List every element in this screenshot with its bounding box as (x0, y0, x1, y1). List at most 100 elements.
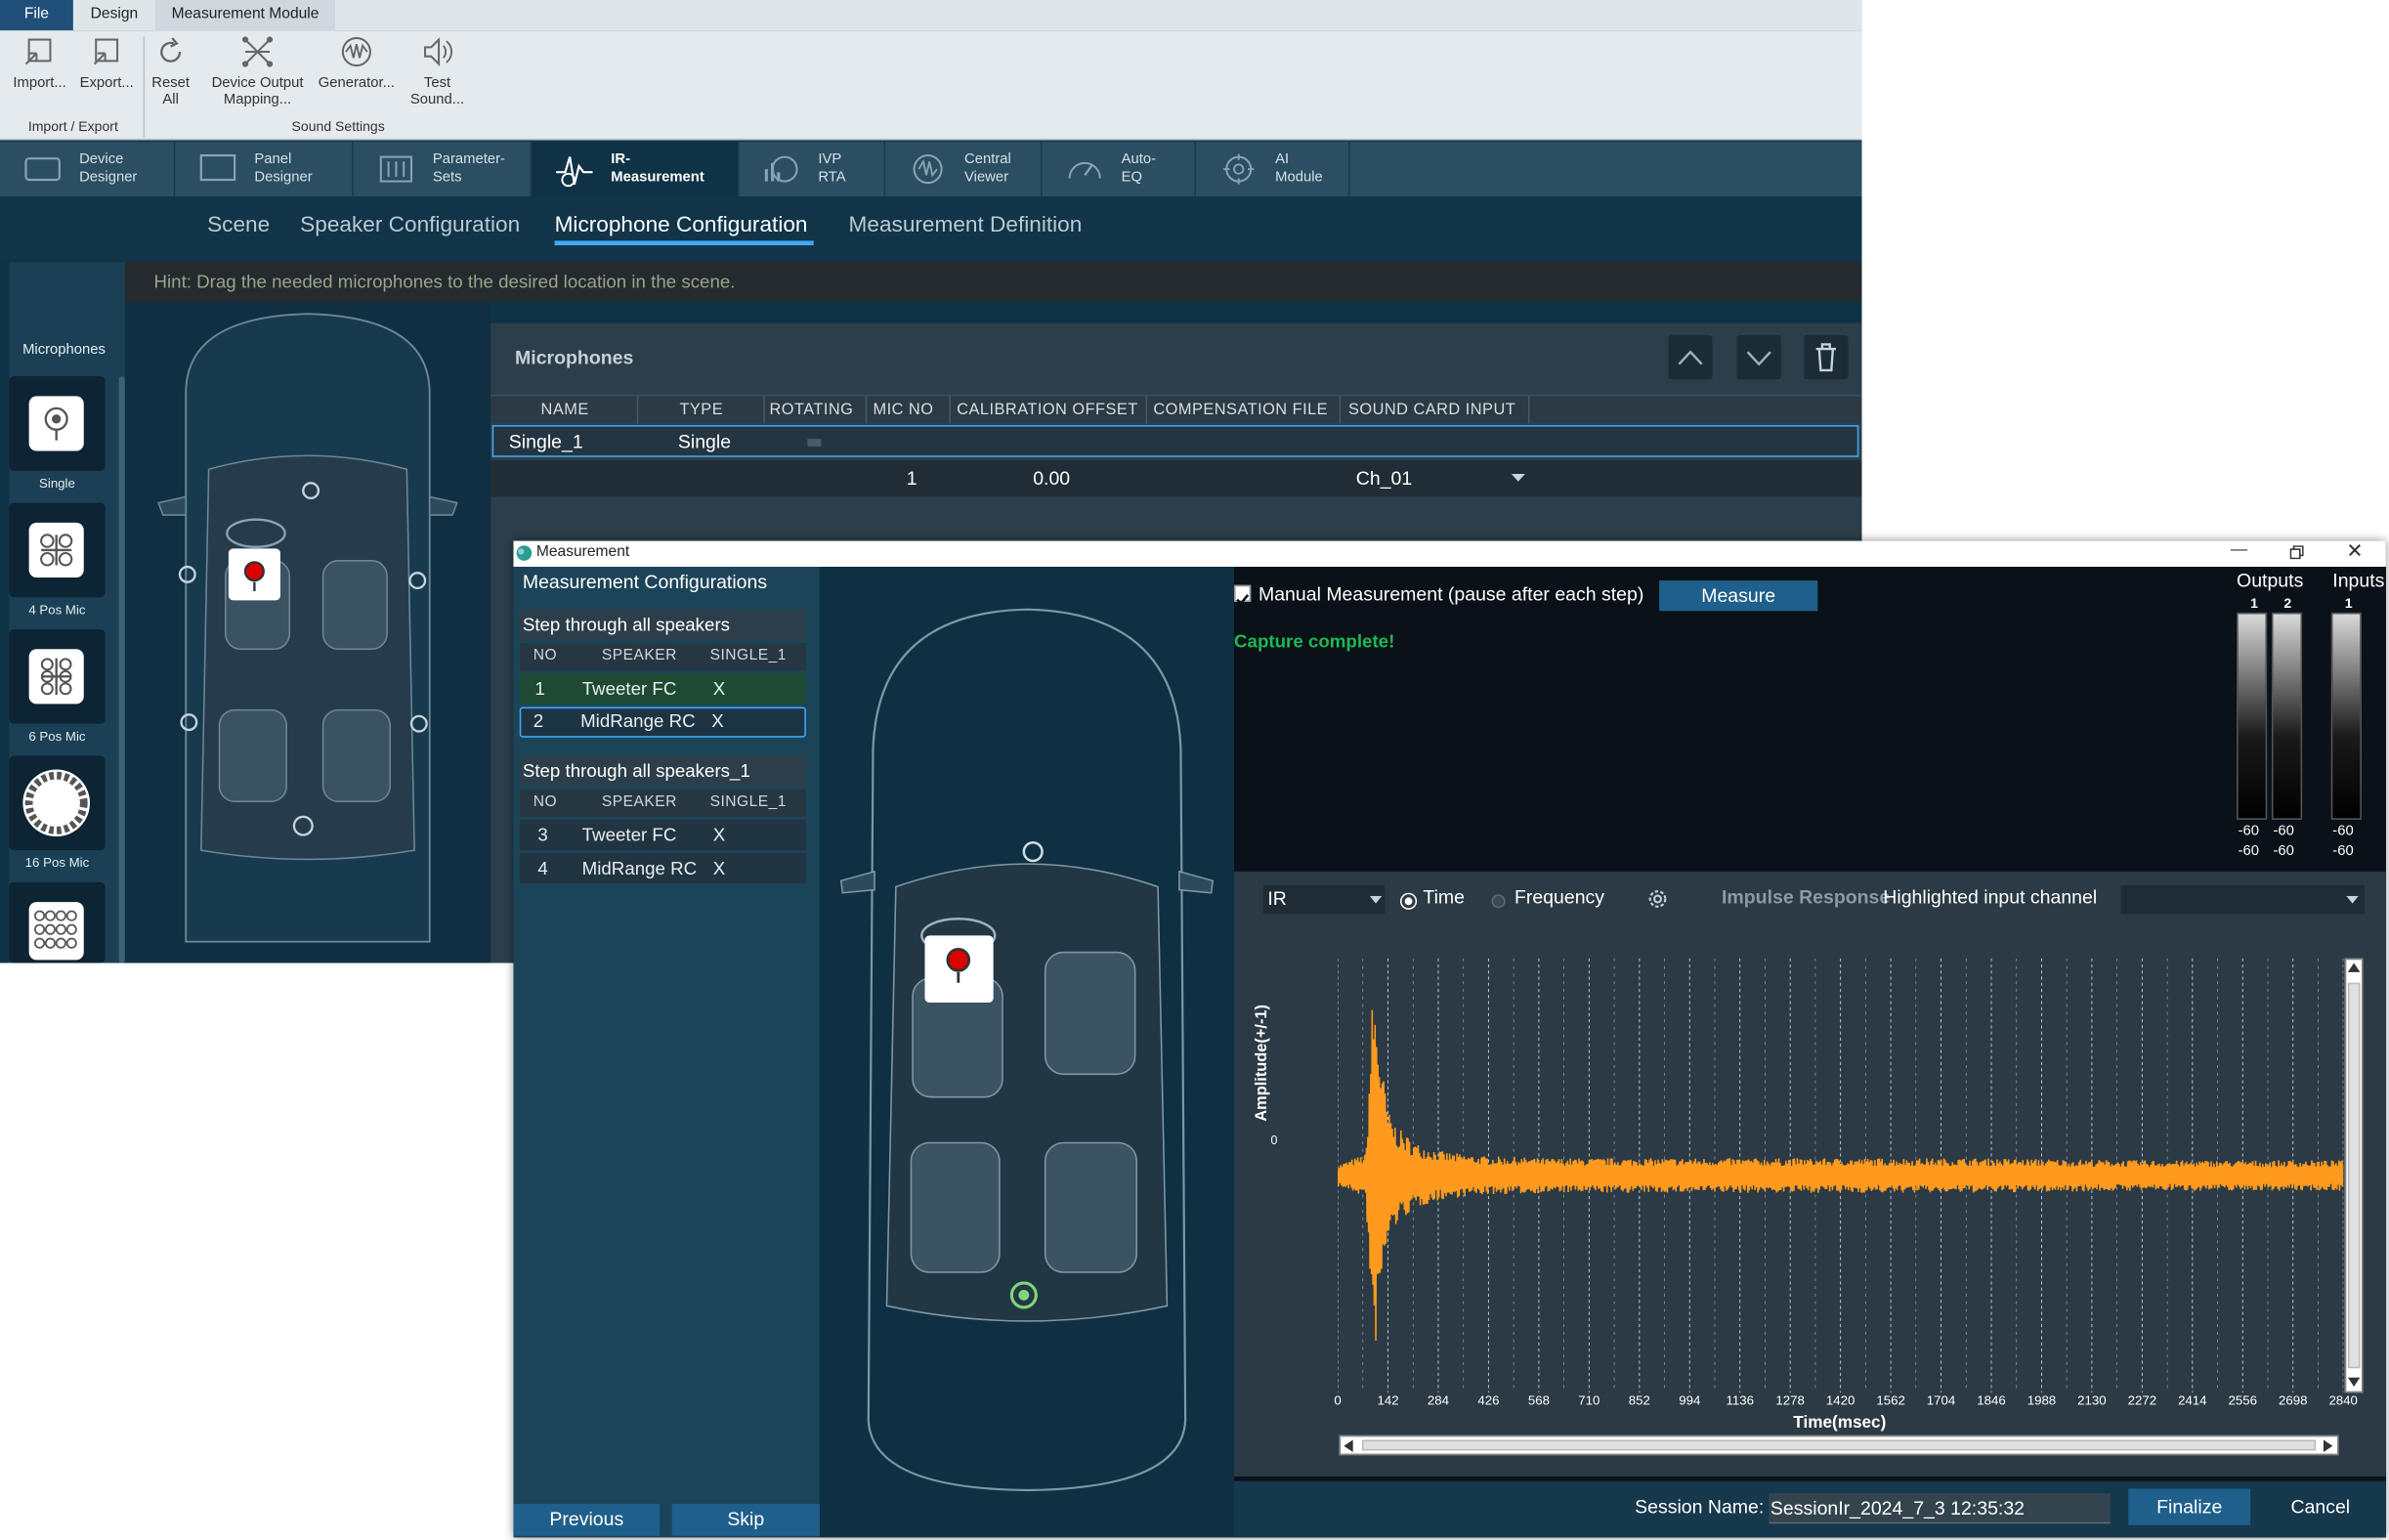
col-type: TYPE (679, 401, 724, 419)
export-button[interactable]: Export... (74, 33, 138, 92)
hint-bar: Hint: Drag the needed microphones to the… (124, 262, 1862, 302)
rta-icon (764, 155, 798, 183)
table-row[interactable]: Single_1 Single (491, 425, 1859, 457)
palette-item-6-pos-mic[interactable] (9, 628, 106, 724)
palette-item-4-pos-mic[interactable] (9, 502, 106, 598)
mic-name-cell[interactable]: Single_1 (509, 431, 583, 452)
ribbon-group-import-export: Import / Export (27, 118, 118, 135)
col-calibration-offset: CALIBRATION OFFSET (957, 401, 1138, 419)
palette-label-16-pos-mic: 16 Pos Mic (24, 854, 90, 871)
cancel-button[interactable]: Cancel (2258, 1488, 2383, 1524)
outputs-label: Outputs (2237, 570, 2304, 592)
reset-all-button[interactable]: Reset All (147, 33, 195, 108)
list-item[interactable]: 2 MidRange RC X (519, 706, 806, 738)
rotating-checkbox[interactable] (807, 439, 822, 447)
move-down-button[interactable] (1736, 335, 1781, 380)
module-bar: Device Designer Panel Designer Parameter… (0, 142, 1862, 197)
status-text: Capture complete! (1234, 630, 1395, 653)
impulse-response-chart[interactable] (1338, 958, 2344, 1393)
col-sound-card-input: SOUND CARD INPUT (1347, 401, 1516, 419)
horizontal-scroll-thumb[interactable] (1362, 1439, 2317, 1451)
tab-speaker-configuration[interactable]: Speaker Configuration (300, 213, 520, 237)
palette-item-16-pos-mic[interactable] (9, 755, 106, 851)
list-item[interactable]: 1 Tweeter FC X (519, 673, 806, 705)
dropdown-arrow-icon[interactable] (1511, 473, 1525, 483)
module-device-designer[interactable]: Device Designer (0, 142, 176, 197)
module-parameter-sets[interactable]: Parameter-Sets (354, 142, 533, 197)
export-icon (93, 38, 119, 65)
scroll-down-icon[interactable] (2347, 1377, 2361, 1389)
module-auto-eq[interactable]: Auto-EQ (1043, 142, 1197, 197)
measurement-configurations-panel: Measurement Configurations Step through … (513, 567, 820, 1538)
palette-item-single[interactable] (9, 376, 106, 471)
highlighted-channel-label: Highlighted input channel (1883, 886, 2098, 909)
module-ivp-rta[interactable]: IVP RTA (739, 142, 885, 197)
minimize-icon[interactable]: — (2231, 541, 2247, 560)
tab-scene[interactable]: Scene (207, 213, 270, 237)
module-central-viewer[interactable]: Central Viewer (885, 142, 1043, 197)
scroll-right-icon[interactable] (2322, 1439, 2333, 1453)
mic-no-cell: 1 (906, 467, 917, 490)
calibration-offset-cell[interactable]: 0.00 (1033, 468, 1070, 490)
reset-icon (160, 37, 182, 63)
list-item[interactable]: 4 MidRange RC X (519, 853, 806, 884)
dialog-title: Measurement (535, 543, 630, 561)
import-icon (24, 38, 52, 65)
scene-canvas[interactable] (124, 301, 491, 963)
frequency-radio[interactable] (1491, 894, 1506, 909)
module-panel-designer[interactable]: Panel Designer (175, 142, 354, 197)
mic-type-cell: Single (677, 431, 732, 453)
menu-file[interactable]: File (0, 0, 73, 31)
previous-button[interactable]: Previous (513, 1504, 661, 1536)
vertical-scroll-thumb[interactable] (2347, 982, 2361, 1369)
scroll-up-icon[interactable] (2347, 962, 2361, 973)
manual-measurement-checkbox[interactable] (1234, 584, 1252, 606)
microphones-table-header: NAME TYPE ROTATING MIC NO CALIBRATION OF… (491, 394, 1862, 424)
inputs-label: Inputs (2332, 570, 2385, 592)
app-logo-icon (516, 545, 533, 561)
restore-icon[interactable] (2289, 545, 2304, 560)
ribbon-group-sound-settings: Sound Settings (291, 118, 385, 135)
menu-measurement-module[interactable]: Measurement Module (155, 0, 336, 31)
manual-measurement-label: Manual Measurement (pause after each ste… (1258, 583, 1644, 606)
horizontal-scrollbar[interactable] (1339, 1434, 2339, 1456)
measure-button[interactable]: Measure (1659, 580, 1818, 612)
time-radio[interactable] (1401, 894, 1416, 909)
view-select[interactable]: IR (1262, 884, 1386, 915)
sound-card-input-select[interactable]: Ch_01 (1356, 468, 1412, 490)
chevron-down-icon (1369, 895, 1383, 904)
parameter-sets-icon (379, 155, 413, 183)
array-mic-icon (34, 910, 77, 949)
time-label: Time (1423, 886, 1465, 909)
test-sound-button[interactable]: Test Sound... (403, 33, 473, 108)
gear-icon[interactable] (1645, 887, 1670, 912)
tab-microphone-configuration[interactable]: Microphone Configuration (555, 213, 808, 237)
delete-button[interactable] (1804, 335, 1849, 380)
generator-button[interactable]: Generator... (314, 33, 399, 92)
generator-icon (341, 36, 371, 67)
tab-measurement-definition[interactable]: Measurement Definition (849, 213, 1083, 237)
active-tab-underline (554, 240, 814, 246)
module-ir-measurement[interactable]: IR-Measurement (532, 142, 740, 197)
group-title: Step through all speakers (519, 609, 806, 640)
palette-item-array-mic[interactable] (9, 881, 106, 963)
highlighted-channel-select[interactable] (2120, 884, 2366, 915)
module-ai-module[interactable]: AI Module (1196, 142, 1350, 197)
close-icon[interactable]: ✕ (2346, 539, 2363, 564)
move-up-button[interactable] (1668, 335, 1713, 380)
vertical-scrollbar[interactable] (2344, 958, 2364, 1393)
import-button[interactable]: Import... (6, 33, 73, 92)
x-axis-label: Time(msec) (1793, 1414, 1887, 1433)
finalize-button[interactable]: Finalize (2128, 1488, 2251, 1525)
panel-designer-icon (199, 153, 236, 182)
menu-design[interactable]: Design (76, 0, 152, 30)
session-name-input[interactable]: SessionIr_2024_7_3 12:35:32 (1769, 1493, 2111, 1524)
dialog-scene-canvas[interactable] (819, 567, 1235, 1538)
scroll-left-icon[interactable] (1344, 1439, 1354, 1453)
y-tick-zero: 0 (1270, 1134, 1278, 1148)
ribbon: Import... Export... Reset All Device Out… (0, 30, 1862, 141)
skip-button[interactable]: Skip (671, 1504, 820, 1536)
device-output-mapping-button[interactable]: Device Output Mapping... (204, 33, 311, 108)
col-compensation-file: COMPENSATION FILE (1153, 401, 1329, 419)
list-item[interactable]: 3 Tweeter FC X (519, 819, 806, 851)
